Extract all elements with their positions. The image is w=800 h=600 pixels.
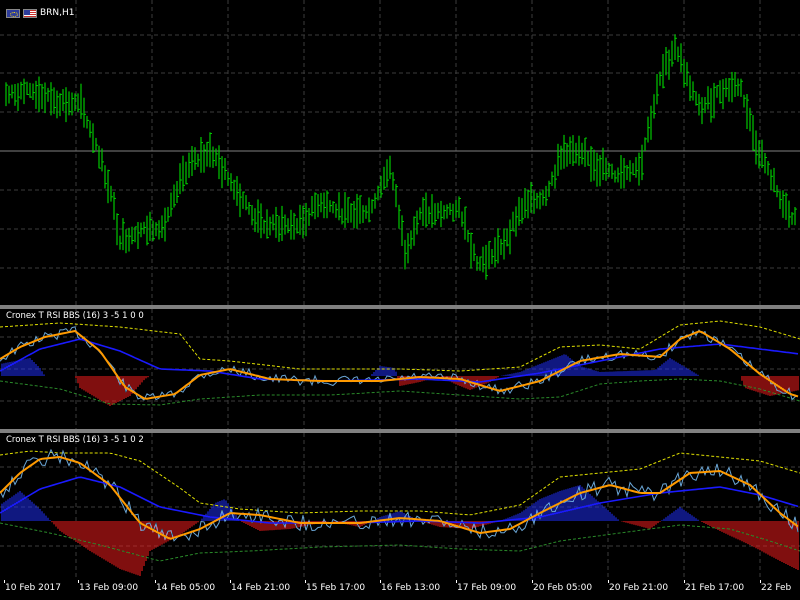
symbol-label: BRN,H1	[40, 8, 75, 18]
time-label: 20 Feb 21:00	[609, 583, 669, 593]
eu-flag-icon	[6, 8, 20, 18]
indicator-label-2: Cronex T RSI BBS (16) 3 -5 1 0 2	[6, 435, 144, 445]
price-bars	[5, 34, 797, 280]
grid	[0, 0, 800, 305]
indicator-pane-2[interactable]: Cronex T RSI BBS (16) 3 -5 1 0 2	[0, 433, 800, 580]
time-label: 14 Feb 21:00	[231, 583, 291, 593]
time-label: 22 Feb	[761, 583, 792, 593]
time-label: 10 Feb 2017	[5, 583, 62, 593]
upper-band-line	[0, 320, 800, 372]
time-label: 17 Feb 09:00	[457, 583, 517, 593]
price-chart[interactable]	[0, 0, 800, 305]
time-label: 21 Feb 17:00	[685, 583, 745, 593]
symbol-header: BRN,H1	[6, 8, 75, 18]
indicator-chart-2[interactable]	[0, 433, 800, 580]
time-axis: 10 Feb 2017 13 Feb 09:00 14 Feb 05:00 14 Fe…	[0, 580, 800, 600]
indicator-pane-1[interactable]: Cronex T RSI BBS (16) 3 -5 1 0 0	[0, 309, 800, 429]
time-label: 20 Feb 05:00	[533, 583, 593, 593]
price-pane[interactable]: BRN,H1	[0, 0, 800, 305]
time-label: 15 Feb 17:00	[306, 583, 366, 593]
time-label: 13 Feb 09:00	[79, 583, 139, 593]
indicator-label-1: Cronex T RSI BBS (16) 3 -5 1 0 0	[6, 311, 144, 321]
indicator-chart-1[interactable]	[0, 309, 800, 429]
time-label: 14 Feb 05:00	[156, 583, 216, 593]
us-flag-icon	[23, 8, 37, 18]
time-label: 16 Feb 13:00	[381, 583, 441, 593]
